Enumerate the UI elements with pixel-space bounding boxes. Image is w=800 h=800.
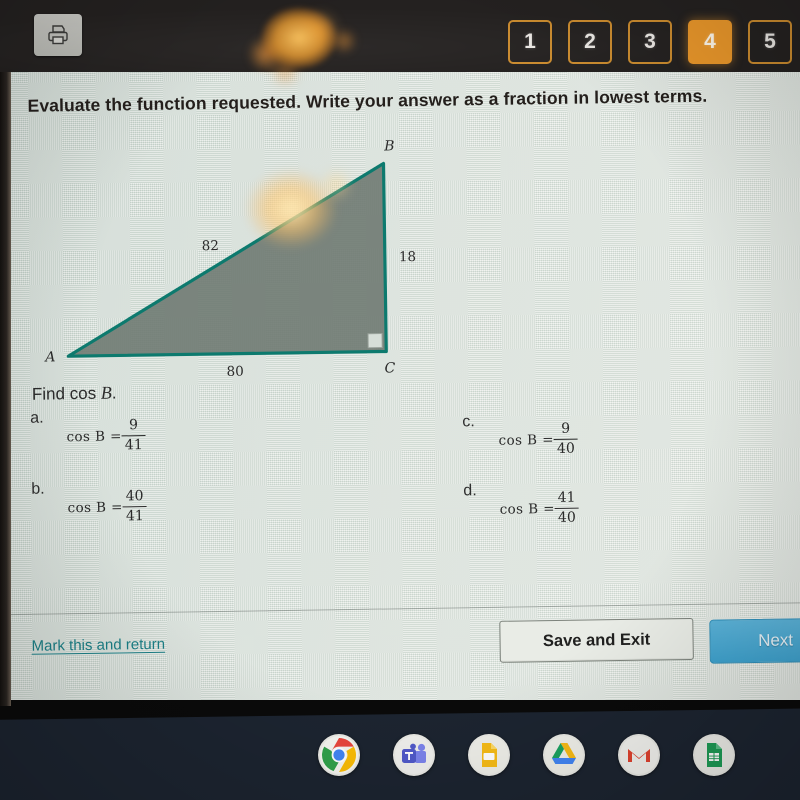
answer-option-d-numerator: 41 <box>557 489 576 506</box>
os-taskbar <box>0 700 800 800</box>
find-question: Find cos B. <box>32 382 117 404</box>
mark-this-and-return-link[interactable]: Mark this and return <box>31 636 165 655</box>
answer-option-a-lhs: cos B = <box>66 428 122 446</box>
page-button-4[interactable]: 4 <box>688 20 732 64</box>
vertex-label-a: A <box>45 349 56 366</box>
answer-option-d-letter: d. <box>463 482 477 500</box>
answer-option-a[interactable]: a. cos B = 9 41 <box>30 409 146 454</box>
answer-option-c-lhs: cos B = <box>498 431 554 449</box>
google-slides-icon[interactable] <box>468 734 510 776</box>
gmail-icon[interactable] <box>618 734 660 776</box>
chrome-icon[interactable] <box>318 734 360 776</box>
next-button[interactable]: Next <box>709 617 800 664</box>
page-number-buttons: 1 2 3 4 5 <box>508 20 792 64</box>
answer-option-b-denominator: 41 <box>125 508 144 525</box>
save-and-exit-button[interactable]: Save and Exit <box>499 617 694 663</box>
answer-option-b-numerator: 40 <box>125 488 144 505</box>
answer-option-c-fraction: 9 40 <box>553 420 578 458</box>
teams-icon[interactable] <box>393 734 435 776</box>
side-label-vertical: 18 <box>398 249 417 266</box>
answer-option-c-letter: c. <box>462 413 475 431</box>
answer-option-b-fraction: 40 41 <box>122 488 147 525</box>
google-drive-icon[interactable] <box>543 734 585 776</box>
quiz-toolbar: 1 2 3 4 5 <box>0 0 800 78</box>
answer-option-d-fraction: 41 40 <box>554 489 579 527</box>
answer-option-d-expression: cos B = 41 40 <box>499 489 579 527</box>
answer-option-b[interactable]: b. cos B = 40 41 <box>31 480 147 525</box>
photographed-laptop-screen: 1 2 3 4 5 Evaluate the function requeste… <box>0 0 800 800</box>
screen-bezel-left <box>0 72 11 706</box>
vertex-label-b: B <box>384 138 395 155</box>
answer-option-c[interactable]: c. cos B = 9 40 <box>462 413 578 458</box>
vertex-label-c: C <box>384 360 396 377</box>
quiz-content-area: Evaluate the function requested. Write y… <box>0 72 800 706</box>
answer-option-a-numerator: 9 <box>128 417 139 434</box>
answer-option-a-denominator: 41 <box>124 437 143 454</box>
side-label-base: 80 <box>226 363 244 380</box>
answer-option-a-fraction: 9 41 <box>121 417 146 454</box>
quiz-page: Evaluate the function requested. Write y… <box>0 72 800 706</box>
answer-option-c-denominator: 40 <box>556 440 575 458</box>
find-suffix: . <box>111 383 117 403</box>
printer-icon <box>46 24 70 46</box>
answer-option-b-letter: b. <box>31 480 45 498</box>
page-button-1[interactable]: 1 <box>508 20 552 64</box>
right-angle-marker <box>367 333 383 349</box>
find-prefix: Find cos <box>31 383 101 404</box>
answer-option-d-denominator: 40 <box>557 509 576 527</box>
answer-option-b-expression: cos B = 40 41 <box>67 488 147 525</box>
side-label-hypotenuse: 82 <box>201 237 219 255</box>
triangle-figure: B A C 82 18 80 <box>12 121 456 387</box>
answer-option-d[interactable]: d. cos B = 41 40 <box>463 482 579 527</box>
triangle-shape <box>66 161 388 358</box>
answer-option-b-lhs: cos B = <box>67 499 123 517</box>
page-button-5[interactable]: 5 <box>748 20 792 64</box>
page-button-3-label: 3 <box>644 30 656 53</box>
answer-option-a-expression: cos B = 9 41 <box>66 417 146 454</box>
answer-option-d-lhs: cos B = <box>499 500 555 518</box>
taskbar-icon-row <box>318 734 735 776</box>
page-button-3[interactable]: 3 <box>628 20 672 64</box>
page-button-2-label: 2 <box>584 30 596 53</box>
answer-option-c-numerator: 9 <box>561 420 571 437</box>
google-sheets-icon[interactable] <box>693 734 735 776</box>
find-variable: B <box>100 382 112 403</box>
page-button-5-label: 5 <box>764 30 776 53</box>
print-button[interactable] <box>34 14 82 56</box>
page-button-1-label: 1 <box>524 30 536 53</box>
answer-option-a-letter: a. <box>30 409 44 427</box>
page-button-2[interactable]: 2 <box>568 20 612 64</box>
answer-option-c-expression: cos B = 9 40 <box>498 420 578 458</box>
page-button-4-label: 4 <box>704 30 716 53</box>
